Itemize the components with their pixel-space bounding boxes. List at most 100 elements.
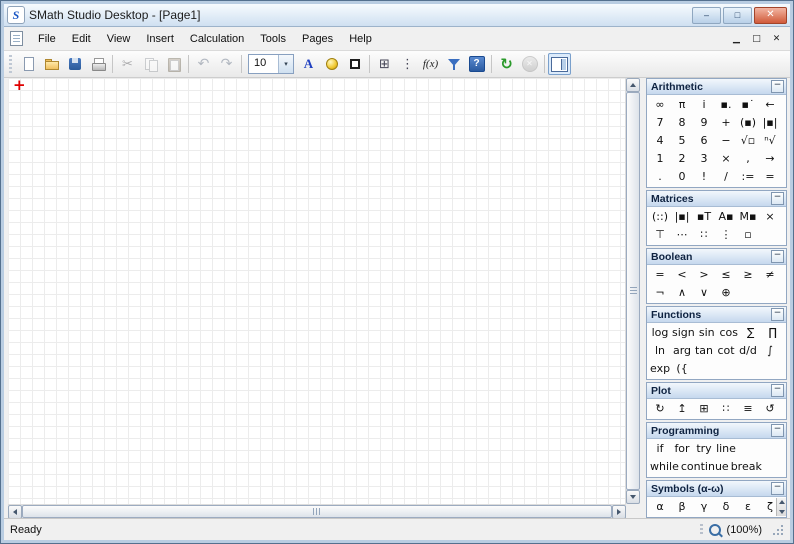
palette-button[interactable]: ¬: [649, 284, 671, 302]
horizontal-scroll-thumb[interactable]: [22, 505, 612, 518]
palette-header[interactable]: Plot −: [647, 383, 786, 399]
toolbar-grip[interactable]: [9, 55, 12, 73]
vertical-scrollbar[interactable]: [625, 78, 640, 504]
palette-button[interactable]: =: [759, 168, 781, 186]
palette-button[interactable]: ∏: [762, 324, 784, 342]
insert-matrix-button[interactable]: ⊞: [373, 53, 396, 75]
maximize-button[interactable]: □: [723, 6, 752, 24]
palette-button[interactable]: ε: [737, 498, 759, 516]
palette-button[interactable]: 0: [671, 168, 693, 186]
palette-button[interactable]: ⊞: [693, 400, 715, 418]
interrupt-button[interactable]: ✕: [518, 53, 541, 75]
palette-button[interactable]: ∷: [693, 226, 715, 244]
cut-button[interactable]: ✂: [116, 53, 139, 75]
palette-button[interactable]: sin: [696, 324, 718, 342]
document-icon[interactable]: [10, 31, 23, 46]
palette-button[interactable]: 5: [671, 132, 693, 150]
open-button[interactable]: [40, 53, 63, 75]
palette-button[interactable]: ↻: [649, 400, 671, 418]
palette-button[interactable]: sign: [671, 324, 696, 342]
palette-button[interactable]: β: [671, 498, 693, 516]
palette-button[interactable]: ≥: [737, 266, 759, 284]
collapse-button[interactable]: −: [771, 424, 784, 437]
palette-button[interactable]: ∫: [759, 342, 781, 360]
menu-item[interactable]: Edit: [64, 30, 99, 48]
collapse-button[interactable]: −: [771, 80, 784, 93]
palette-button[interactable]: continue: [680, 458, 730, 476]
palette-button[interactable]: tan: [693, 342, 715, 360]
palette-button[interactable]: d/d: [737, 342, 759, 360]
palette-button[interactable]: 9: [693, 114, 715, 132]
palette-button[interactable]: ▫: [737, 226, 759, 244]
palette-button[interactable]: try: [693, 440, 715, 458]
palette-button[interactable]: →: [759, 150, 781, 168]
palette-button[interactable]: 3: [693, 150, 715, 168]
copy-button[interactable]: [139, 53, 162, 75]
palette-button[interactable]: ↥: [671, 400, 693, 418]
resize-grip[interactable]: [772, 524, 784, 536]
collapse-button[interactable]: −: [771, 250, 784, 263]
scroll-down-icon[interactable]: [778, 510, 785, 514]
collapse-button[interactable]: −: [771, 482, 784, 495]
border-button[interactable]: [343, 53, 366, 75]
vertical-scroll-thumb[interactable]: [626, 92, 640, 490]
menu-item[interactable]: View: [99, 30, 139, 48]
insert-system-button[interactable]: ⋮: [396, 53, 419, 75]
palette-button[interactable]: ∷: [715, 400, 737, 418]
scroll-right-button[interactable]: [612, 505, 626, 519]
font-size-combo[interactable]: 10 ▾: [248, 54, 294, 74]
palette-button[interactable]: ⊤: [649, 226, 671, 244]
palette-header[interactable]: Matrices −: [647, 191, 786, 207]
palette-button[interactable]: arg: [671, 342, 693, 360]
menu-item[interactable]: File: [30, 30, 64, 48]
palette-button[interactable]: i: [693, 96, 715, 114]
palette-button[interactable]: ×: [715, 150, 737, 168]
menu-item[interactable]: Help: [341, 30, 380, 48]
palette-button[interactable]: break: [730, 458, 763, 476]
titlebar[interactable]: S SMath Studio Desktop - [Page1] – □ ✕: [4, 4, 790, 27]
palette-button[interactable]: :=: [737, 168, 759, 186]
palette-button[interactable]: ∨: [693, 284, 715, 302]
save-button[interactable]: [63, 53, 86, 75]
collapse-button[interactable]: −: [771, 384, 784, 397]
redo-button[interactable]: ↷: [215, 53, 238, 75]
palette-button[interactable]: γ: [693, 498, 715, 516]
palette-button[interactable]: 4: [649, 132, 671, 150]
palette-button[interactable]: line: [715, 440, 737, 458]
mdi-restore-button[interactable]: □: [748, 31, 765, 46]
menu-item[interactable]: Pages: [294, 30, 341, 48]
print-button[interactable]: [86, 53, 109, 75]
palette-button[interactable]: cot: [715, 342, 737, 360]
collapse-button[interactable]: −: [771, 308, 784, 321]
palette-header[interactable]: Functions −: [647, 307, 786, 323]
palette-button[interactable]: for: [671, 440, 693, 458]
palette-button[interactable]: ∑: [740, 324, 762, 342]
insert-unit-button[interactable]: [442, 53, 465, 75]
new-button[interactable]: [17, 53, 40, 75]
palette-button[interactable]: ×: [759, 208, 781, 226]
palette-header[interactable]: Programming −: [647, 423, 786, 439]
menu-item[interactable]: Insert: [138, 30, 182, 48]
palette-button[interactable]: ≤: [715, 266, 737, 284]
side-panel-toggle-button[interactable]: [548, 53, 571, 75]
mdi-close-button[interactable]: ✕: [768, 31, 785, 46]
palette-button[interactable]: ←: [759, 96, 781, 114]
palette-button[interactable]: ⋮: [715, 226, 737, 244]
palette-button[interactable]: if: [649, 440, 671, 458]
palette-button[interactable]: ∞: [649, 96, 671, 114]
palette-button[interactable]: α: [649, 498, 671, 516]
palette-button[interactable]: while: [649, 458, 680, 476]
palette-button[interactable]: A▪: [715, 208, 737, 226]
palette-button[interactable]: ↺: [759, 400, 781, 418]
horizontal-scrollbar[interactable]: [8, 504, 626, 519]
scroll-left-button[interactable]: [8, 505, 22, 519]
magnifier-icon[interactable]: [708, 523, 721, 536]
palette-button[interactable]: >: [693, 266, 715, 284]
palette-button[interactable]: 7: [649, 114, 671, 132]
palette-button[interactable]: <: [671, 266, 693, 284]
palette-button[interactable]: (::): [649, 208, 671, 226]
chevron-down-icon[interactable]: ▾: [278, 55, 293, 73]
palette-scrollbar[interactable]: [776, 498, 786, 516]
recalculate-button[interactable]: ↻: [495, 53, 518, 75]
menu-item[interactable]: Calculation: [182, 30, 252, 48]
